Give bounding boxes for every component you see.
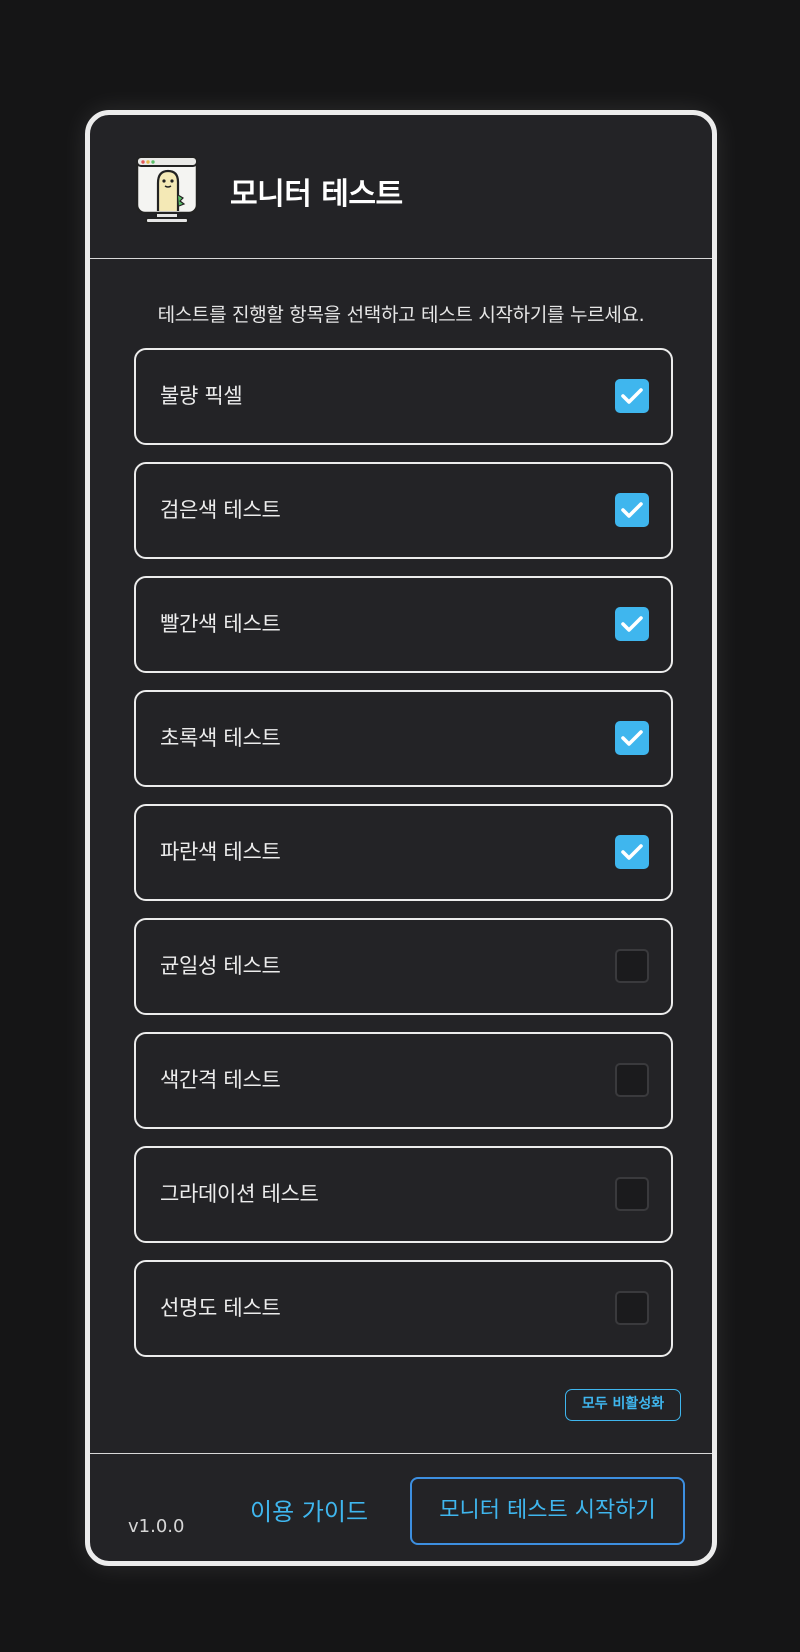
- test-item-label: 색간격 테스트: [160, 1068, 281, 1092]
- monitor-character-icon: [134, 155, 200, 225]
- checkbox[interactable]: [615, 493, 649, 527]
- checkbox[interactable]: [615, 949, 649, 983]
- instruction-text: 테스트를 진행할 항목을 선택하고 테스트 시작하기를 누르세요.: [157, 304, 645, 326]
- test-item-label: 불량 픽셀: [160, 384, 243, 408]
- test-item-black[interactable]: 검은색 테스트: [134, 462, 673, 559]
- test-item-label: 선명도 테스트: [160, 1296, 281, 1320]
- check-icon: [621, 388, 643, 404]
- test-item-label: 빨간색 테스트: [160, 612, 281, 636]
- checkbox[interactable]: [615, 1291, 649, 1325]
- test-item-sharpness[interactable]: 선명도 테스트: [134, 1260, 673, 1357]
- test-item-label: 그라데이션 테스트: [160, 1182, 319, 1206]
- test-item-dead-pixel[interactable]: 불량 픽셀: [134, 348, 673, 445]
- checkbox[interactable]: [615, 1063, 649, 1097]
- test-item-uniformity[interactable]: 균일성 테스트: [134, 918, 673, 1015]
- check-icon: [621, 730, 643, 746]
- checkbox[interactable]: [615, 607, 649, 641]
- test-item-label: 검은색 테스트: [160, 498, 281, 522]
- check-icon: [621, 616, 643, 632]
- test-item-label: 균일성 테스트: [160, 954, 281, 978]
- guide-link[interactable]: 이용 가이드: [250, 1492, 368, 1527]
- page-title: 모니터 테스트: [230, 177, 403, 212]
- footer: v1.0.0 이용 가이드 모니터 테스트 시작하기: [90, 1453, 712, 1561]
- monitor-test-panel: 모니터 테스트 테스트를 진행할 항목을 선택하고 테스트 시작하기를 누르세요…: [85, 110, 717, 1566]
- version-label: v1.0.0: [128, 1516, 185, 1537]
- test-item-blue[interactable]: 파란색 테스트: [134, 804, 673, 901]
- checkbox[interactable]: [615, 1177, 649, 1211]
- test-item-red[interactable]: 빨간색 테스트: [134, 576, 673, 673]
- test-item-label: 파란색 테스트: [160, 840, 281, 864]
- test-item-color-gap[interactable]: 색간격 테스트: [134, 1032, 673, 1129]
- start-test-button[interactable]: 모니터 테스트 시작하기: [410, 1477, 685, 1545]
- checkbox[interactable]: [615, 721, 649, 755]
- check-icon: [621, 502, 643, 518]
- checkbox[interactable]: [615, 835, 649, 869]
- test-item-label: 초록색 테스트: [160, 726, 281, 750]
- test-item-green[interactable]: 초록색 테스트: [134, 690, 673, 787]
- header: 모니터 테스트: [90, 115, 712, 259]
- test-item-gradation[interactable]: 그라데이션 테스트: [134, 1146, 673, 1243]
- checkbox[interactable]: [615, 379, 649, 413]
- disable-all-button[interactable]: 모두 비활성화: [565, 1389, 681, 1421]
- check-icon: [621, 844, 643, 860]
